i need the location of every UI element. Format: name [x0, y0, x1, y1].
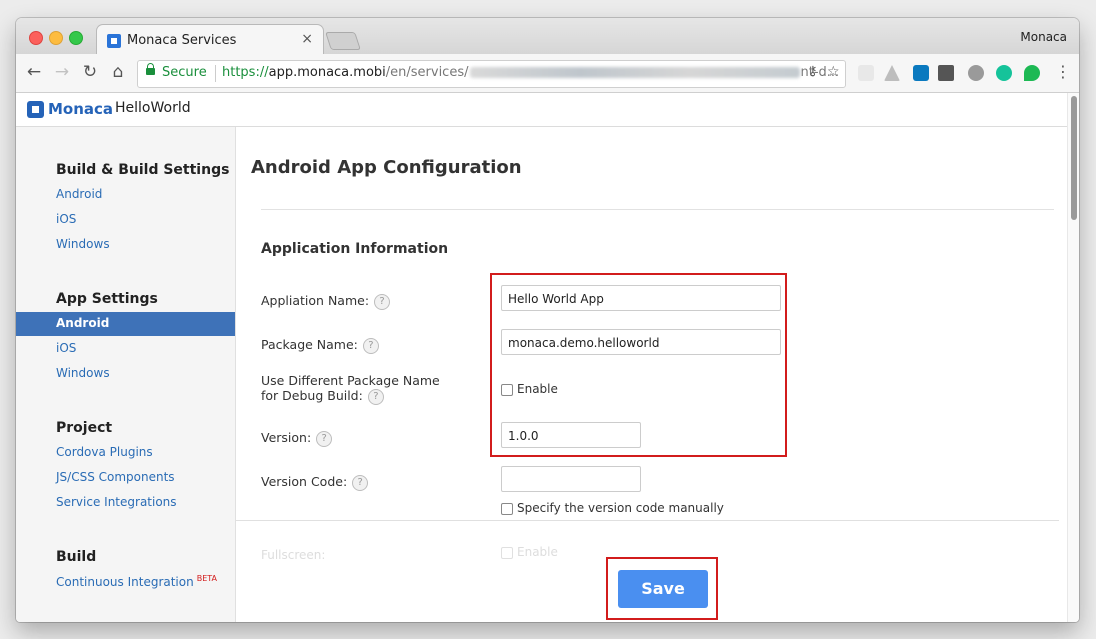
label-text: Appliation Name:	[261, 293, 370, 308]
help-icon[interactable]: ?	[367, 388, 384, 405]
scrollbar-thumb[interactable]	[1071, 96, 1077, 220]
sidebar-item-app-ios[interactable]: iOS	[56, 341, 76, 355]
monaca-logo-icon	[27, 101, 44, 118]
lock-icon	[146, 63, 155, 75]
sidebar-item-build-android[interactable]: Android	[56, 187, 102, 201]
drive-icon[interactable]	[884, 65, 900, 81]
fullscreen-checkbox-row: Enable	[501, 545, 558, 559]
tab-title: Monaca Services	[127, 33, 237, 48]
label-text: for Debug Build:	[261, 388, 363, 403]
url-text: https://app.monaca.mobi/en/services/nt-d…	[222, 65, 839, 80]
url-host: app.monaca.mobi	[268, 65, 386, 80]
sidebar-item-build-ios[interactable]: iOS	[56, 212, 76, 226]
main-content: Android App Configuration Application In…	[236, 127, 1059, 622]
forward-icon[interactable]: →	[52, 62, 72, 82]
beta-badge: BETA	[196, 574, 217, 583]
checkbox-label: Enable	[517, 545, 558, 559]
help-icon[interactable]: ?	[374, 293, 391, 310]
sidebar-item-label: Continuous Integration	[56, 575, 194, 589]
project-name: HelloWorld	[115, 100, 191, 116]
fullscreen-label: Fullscreen:	[261, 548, 326, 562]
new-tab-button[interactable]	[325, 32, 361, 50]
label-text: Version Code:	[261, 474, 348, 489]
package-name-label: Package Name:?	[261, 337, 379, 354]
version-code-label: Version Code:?	[261, 474, 369, 491]
browser-tab-monaca-services[interactable]: Monaca Services ×	[96, 24, 324, 55]
sidebar-group-build: Build	[56, 549, 97, 565]
app-name-label: Appliation Name:?	[261, 293, 391, 310]
help-icon[interactable]: ?	[316, 430, 333, 447]
sidebar-item-app-android[interactable]: Android	[16, 312, 235, 336]
app-header: Monaca HelloWorld	[16, 93, 1079, 127]
version-label: Version:?	[261, 430, 333, 447]
checkbox-label: Specify the version code manually	[517, 501, 724, 515]
home-icon[interactable]: ⌂	[108, 62, 128, 82]
back-icon[interactable]: ←	[24, 62, 44, 82]
save-button[interactable]: Save	[618, 570, 708, 608]
profile-name[interactable]: Monaca	[1020, 30, 1067, 44]
sidebar-group-project: Project	[56, 420, 113, 436]
help-icon[interactable]: ?	[362, 337, 379, 354]
url-scheme: https://	[222, 65, 269, 80]
sidebar-item-label: Android	[56, 316, 110, 330]
video-icon[interactable]	[968, 65, 984, 81]
sidebar-item-service-integrations[interactable]: Service Integrations	[56, 495, 177, 509]
browser-window: Monaca Services × Monaca ← → ↻ ⌂ Secure …	[16, 18, 1079, 622]
divider	[261, 209, 1054, 210]
bookmark-star-icon[interactable]: ☆	[827, 64, 840, 80]
debug-package-label: Use Different Package Name for Debug Buil…	[261, 373, 440, 405]
browser-toolbar: ← → ↻ ⌂ Secure https://app.monaca.mobi/e…	[16, 54, 1079, 93]
grammarly-icon[interactable]	[996, 65, 1012, 81]
reload-icon[interactable]: ↻	[80, 62, 100, 82]
url-redacted	[470, 67, 801, 78]
sidebar-group-app-settings: App Settings	[56, 291, 158, 307]
sidebar-item-build-windows[interactable]: Windows	[56, 237, 110, 251]
label-text: Use Different Package Name	[261, 373, 440, 388]
help-icon[interactable]: ?	[352, 474, 369, 491]
label-text: Package Name:	[261, 337, 358, 352]
sidebar-group-build-settings: Build & Build Settings	[56, 162, 230, 178]
sidebar-item-js-css-components[interactable]: JS/CSS Components	[56, 470, 175, 484]
settings-sidebar: Build & Build Settings Android iOS Windo…	[16, 127, 236, 622]
sidebar-item-continuous-integration[interactable]: Continuous Integration BETA	[56, 574, 217, 589]
fullscreen-checkbox[interactable]	[501, 546, 513, 559]
address-bar[interactable]: Secure https://app.monaca.mobi/en/servic…	[137, 60, 846, 88]
secure-label: Secure	[162, 65, 207, 80]
screen-capture-icon[interactable]	[938, 65, 954, 81]
highlight-box	[490, 273, 787, 457]
zoom-window-button[interactable]	[69, 31, 83, 45]
page-title: Android App Configuration	[251, 157, 522, 178]
close-window-button[interactable]	[29, 31, 43, 45]
version-code-checkbox[interactable]	[501, 502, 513, 515]
minimize-window-button[interactable]	[49, 31, 63, 45]
tab-close-icon[interactable]: ×	[301, 31, 313, 47]
version-code-checkbox-row[interactable]: Specify the version code manually	[501, 501, 724, 515]
browser-menu-icon[interactable]: ⋮	[1055, 62, 1071, 81]
tab-strip: Monaca Services × Monaca	[16, 18, 1079, 55]
key-icon[interactable]: ⚷	[808, 64, 818, 79]
page-scrollbar[interactable]	[1067, 93, 1079, 622]
brand-name[interactable]: Monaca	[48, 100, 113, 118]
chat-bubble-icon[interactable]	[1024, 65, 1040, 81]
extension-icon-1[interactable]	[858, 65, 874, 81]
version-code-input[interactable]	[501, 466, 641, 492]
monaca-favicon-icon	[107, 34, 121, 48]
section-title: Application Information	[261, 241, 449, 257]
sidebar-item-cordova-plugins[interactable]: Cordova Plugins	[56, 445, 153, 459]
address-separator	[215, 65, 216, 82]
sidebar-item-app-windows[interactable]: Windows	[56, 366, 110, 380]
label-text: Version:	[261, 430, 312, 445]
trello-icon[interactable]	[913, 65, 929, 81]
url-path: /en/services/	[385, 65, 469, 80]
